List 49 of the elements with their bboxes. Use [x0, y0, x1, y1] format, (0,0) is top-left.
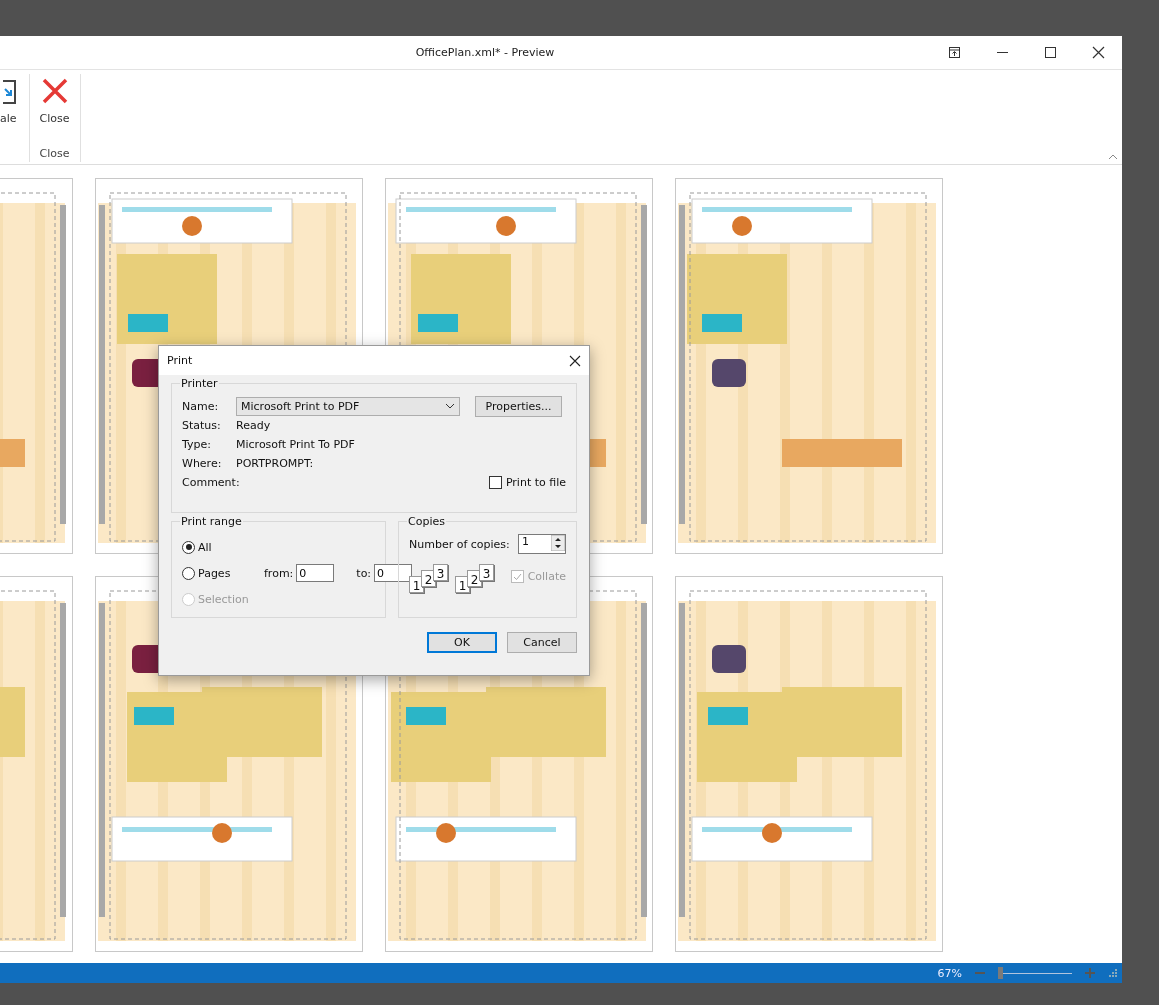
- spinner-value: 1: [521, 535, 530, 550]
- sheet-number: 3: [479, 564, 494, 581]
- sheet-number: 3: [433, 564, 448, 581]
- radio-label[interactable]: Pages: [198, 566, 260, 580]
- ribbon-group-label: Close: [39, 147, 70, 162]
- field-label: to:: [356, 566, 372, 580]
- field-label: from:: [264, 566, 294, 580]
- field-label: Number of copies:: [409, 537, 510, 551]
- radio-button[interactable]: [182, 566, 195, 580]
- to-page-field[interactable]: 0: [374, 564, 413, 582]
- maximize-icon[interactable]: [1043, 46, 1057, 59]
- dialog-title: Print: [167, 354, 193, 367]
- group-label: Printer: [180, 377, 219, 390]
- spin-arrows-icon[interactable]: [551, 535, 565, 551]
- copies-spinner[interactable]: 1: [518, 534, 566, 554]
- group-label: Print range: [180, 515, 243, 528]
- checkbox-label[interactable]: Print to file: [505, 476, 566, 489]
- field-label: Type:: [182, 438, 212, 451]
- resize-grip-icon[interactable]: [1108, 968, 1118, 978]
- close-icon[interactable]: [569, 354, 581, 367]
- radio-label[interactable]: All: [198, 540, 260, 554]
- properties-button[interactable]: Properties...: [475, 395, 562, 417]
- field-label: Name:: [182, 399, 220, 413]
- dialog-button[interactable]: Cancel: [507, 632, 577, 653]
- field-label: Where:: [182, 457, 223, 470]
- window-title: OfficePlan.xml* - Preview: [414, 46, 556, 59]
- close-preview-button[interactable]: Close: [29, 74, 80, 125]
- restore-ribbon-icon[interactable]: [947, 46, 961, 59]
- field-value: Ready: [236, 419, 271, 432]
- checkbox[interactable]: [488, 476, 502, 489]
- collapse-ribbon-icon[interactable]: [1108, 153, 1118, 160]
- zoom-level: 67%: [937, 966, 962, 980]
- checkmark-icon: [512, 571, 522, 581]
- from-page-field[interactable]: 0: [296, 564, 335, 582]
- slider-thumb[interactable]: [998, 967, 1003, 979]
- field-label: Status:: [182, 419, 222, 432]
- group-label: Copies: [407, 515, 446, 528]
- chevron-down-icon: [445, 403, 455, 409]
- close-icon[interactable]: [1091, 46, 1105, 59]
- dropdown-value: Microsoft Print to PDF: [241, 399, 360, 413]
- field-value: Microsoft Print To PDF: [236, 438, 355, 451]
- printer-dropdown[interactable]: Microsoft Print to PDF: [236, 396, 460, 416]
- field-value: PORTPROMPT:: [236, 457, 314, 470]
- scale-icon[interactable]: [2, 80, 17, 104]
- ribbon-button-label[interactable]: ale: [0, 112, 17, 125]
- dialog-button[interactable]: OK: [427, 632, 497, 653]
- zoom-slider[interactable]: [998, 967, 1072, 979]
- radio-button[interactable]: [182, 540, 195, 554]
- close-icon: [41, 78, 68, 104]
